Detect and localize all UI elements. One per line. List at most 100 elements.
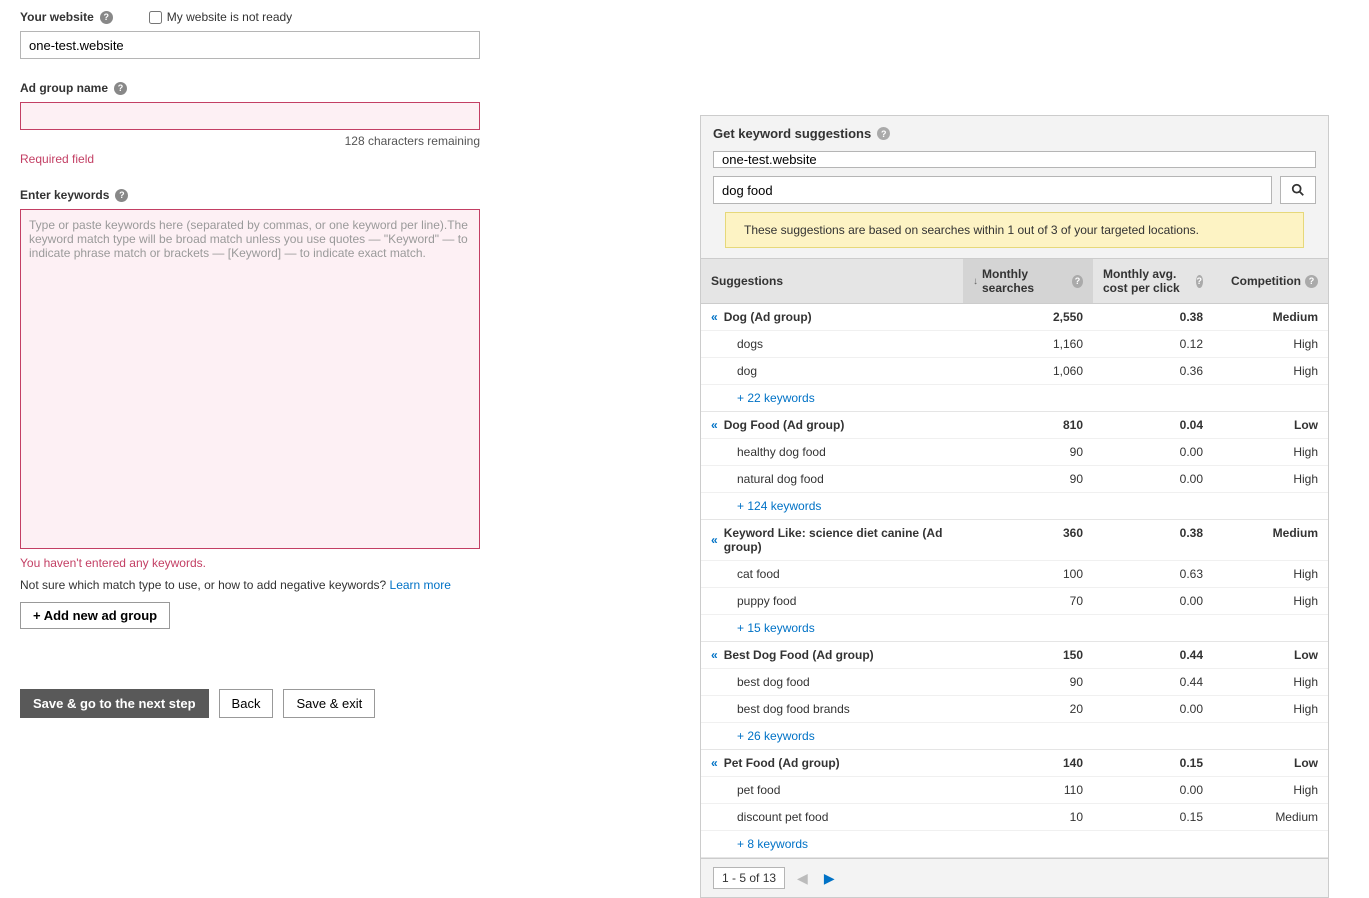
suggestion-group-row[interactable]: «Best Dog Food (Ad group)1500.44Low (701, 642, 1328, 669)
group-searches: 360 (953, 526, 1083, 554)
keyword-name: dog (737, 364, 757, 378)
group-name: Pet Food (Ad group) (724, 756, 840, 770)
learn-more-link[interactable]: Learn more (390, 578, 451, 592)
keyword-name: natural dog food (737, 472, 824, 486)
pager-next-button[interactable]: ▶ (820, 870, 839, 887)
keyword-name: best dog food brands (737, 702, 850, 716)
suggestion-group-row[interactable]: « Pet Food (Ad group) 1400.15Low (701, 750, 1328, 777)
search-button[interactable] (1280, 176, 1316, 204)
group-competition: Medium (1203, 526, 1318, 554)
add-adgroup-button[interactable]: + Add new ad group (20, 602, 170, 629)
required-error: Required field (20, 152, 500, 166)
group-name: Keyword Like: science diet canine (Ad gr… (724, 526, 953, 554)
suggestion-group-row[interactable]: « Keyword Like: science diet canine (Ad g… (701, 520, 1328, 561)
suggestion-keyword-row[interactable]: cat food1000.63High (701, 561, 1328, 588)
keywords-error: You haven't entered any keywords. (20, 556, 500, 570)
suggestion-group-row[interactable]: «Dog Food (Ad group)8100.04Low (701, 412, 1328, 439)
col-competition[interactable]: Competition? (1213, 259, 1328, 303)
suggestion-keyword-row[interactable]: healthy dog food900.00High (701, 439, 1328, 466)
col-cpc[interactable]: Monthly avg. cost per click? (1093, 259, 1213, 303)
website-label: Your website (20, 10, 94, 24)
group-competition: Low (1203, 648, 1318, 662)
suggestion-keyword-row[interactable]: dog1,0600.36High (701, 358, 1328, 385)
website-not-ready-label: My website is not ready (167, 10, 292, 24)
keyword-competition: Medium (1203, 810, 1318, 824)
group-cpc: 0.38 (1083, 526, 1203, 554)
keyword-cpc: 0.00 (1083, 594, 1203, 608)
more-keywords-row: + 15 keywords (701, 615, 1328, 642)
keyword-cpc: 0.00 (1083, 702, 1203, 716)
keyword-cpc: 0.63 (1083, 567, 1203, 581)
save-exit-button[interactable]: Save & exit (283, 689, 375, 718)
more-keywords-row: + 8 keywords (701, 831, 1328, 858)
suggestion-keyword-row[interactable]: pet food1100.00High (701, 777, 1328, 804)
suggestion-keyword-input[interactable] (713, 176, 1272, 204)
keyword-competition: High (1203, 567, 1318, 581)
group-searches: 140 (953, 756, 1083, 770)
pager-status: 1 - 5 of 13 (713, 867, 785, 889)
keyword-name: puppy food (737, 594, 796, 608)
more-keywords-link[interactable]: + 124 keywords (711, 499, 821, 513)
suggestion-keyword-row[interactable]: best dog food brands 200.00High (701, 696, 1328, 723)
keyword-name: best dog food (737, 675, 810, 689)
more-keywords-link[interactable]: + 8 keywords (711, 837, 808, 851)
chevron-left-icon[interactable]: « (711, 648, 718, 662)
keyword-suggestions-panel: Get keyword suggestions ? These suggesti… (700, 115, 1329, 898)
suggestion-keyword-row[interactable]: natural dog food900.00High (701, 466, 1328, 493)
suggestion-keyword-row[interactable]: dogs1,1600.12High (701, 331, 1328, 358)
suggestion-keyword-row[interactable]: puppy food700.00High (701, 588, 1328, 615)
more-keywords-link[interactable]: + 15 keywords (711, 621, 815, 635)
help-icon[interactable]: ? (877, 127, 890, 140)
group-name: Dog Food (Ad group) (724, 418, 845, 432)
keyword-cpc: 0.36 (1083, 364, 1203, 378)
location-notice: These suggestions are based on searches … (725, 212, 1304, 248)
more-keywords-link[interactable]: + 26 keywords (711, 729, 815, 743)
keyword-competition: High (1203, 472, 1318, 486)
pager-prev-button[interactable]: ◀ (793, 870, 812, 887)
website-not-ready-checkbox[interactable] (149, 11, 162, 24)
help-icon[interactable]: ? (1196, 275, 1204, 288)
help-icon[interactable]: ? (114, 82, 127, 95)
suggestion-site-input[interactable] (713, 151, 1316, 168)
help-icon[interactable]: ? (100, 11, 113, 24)
more-keywords-link[interactable]: + 22 keywords (711, 391, 815, 405)
group-competition: Low (1203, 756, 1318, 770)
suggestion-keyword-row[interactable]: discount pet food100.15Medium (701, 804, 1328, 831)
more-keywords-row: + 26 keywords (701, 723, 1328, 750)
keyword-name: dogs (737, 337, 763, 351)
suggestion-group-row[interactable]: «Dog (Ad group)2,5500.38Medium (701, 304, 1328, 331)
keyword-searches: 100 (953, 567, 1083, 581)
chevron-left-icon[interactable]: « (711, 418, 718, 432)
keyword-competition: High (1203, 675, 1318, 689)
help-icon[interactable]: ? (1072, 275, 1083, 288)
keyword-name: healthy dog food (737, 445, 826, 459)
keywords-textarea[interactable] (20, 209, 480, 549)
website-input[interactable] (20, 31, 480, 59)
col-searches[interactable]: ↓Monthly searches? (963, 259, 1093, 303)
back-button[interactable]: Back (219, 689, 274, 718)
help-icon[interactable]: ? (115, 189, 128, 202)
suggestion-keyword-row[interactable]: best dog food900.44High (701, 669, 1328, 696)
chevron-left-icon[interactable]: « (711, 756, 718, 770)
more-keywords-row: + 22 keywords (701, 385, 1328, 412)
group-searches: 810 (953, 418, 1083, 432)
keyword-competition: High (1203, 702, 1318, 716)
col-suggestions[interactable]: Suggestions (701, 259, 963, 303)
chevron-left-icon[interactable]: « (711, 310, 718, 324)
group-name: Best Dog Food (Ad group) (724, 648, 874, 662)
match-hint: Not sure which match type to use, or how… (20, 578, 390, 592)
keyword-searches: 70 (953, 594, 1083, 608)
keyword-name: discount pet food (737, 810, 828, 824)
keyword-searches: 1,160 (953, 337, 1083, 351)
help-icon[interactable]: ? (1305, 275, 1318, 288)
save-next-button[interactable]: Save & go to the next step (20, 689, 209, 718)
panel-title: Get keyword suggestions (713, 126, 871, 141)
keyword-searches: 20 (953, 702, 1083, 716)
adgroup-input[interactable] (20, 102, 480, 130)
keywords-label: Enter keywords (20, 188, 109, 202)
chevron-left-icon[interactable]: « (711, 533, 718, 547)
group-cpc: 0.15 (1083, 756, 1203, 770)
keyword-searches: 10 (953, 810, 1083, 824)
keyword-searches: 110 (953, 783, 1083, 797)
keyword-competition: High (1203, 337, 1318, 351)
